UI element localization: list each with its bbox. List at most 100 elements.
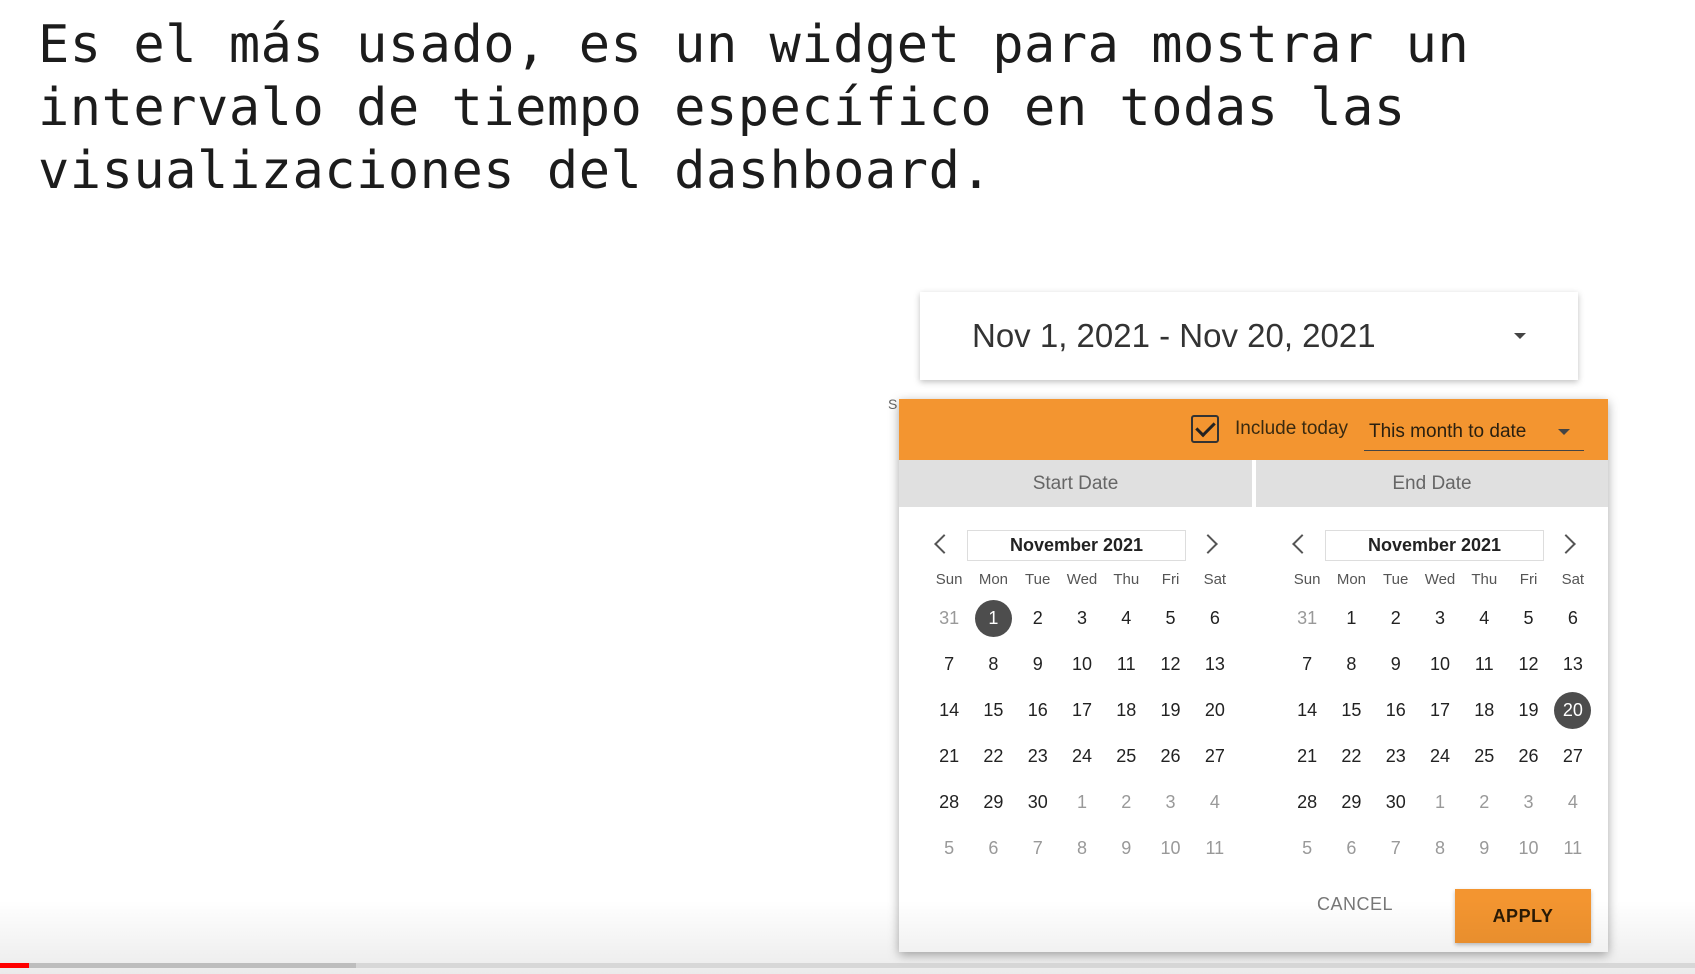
- day-cell[interactable]: 24: [1060, 733, 1104, 779]
- day-cell[interactable]: 19: [1506, 687, 1550, 733]
- day-cell[interactable]: 29: [971, 779, 1015, 825]
- day-cell[interactable]: 3: [1060, 595, 1104, 641]
- day-cell[interactable]: 10: [1060, 641, 1104, 687]
- day-cell[interactable]: 6: [1551, 595, 1595, 641]
- day-cell[interactable]: 21: [927, 733, 971, 779]
- day-cell[interactable]: 23: [1016, 733, 1060, 779]
- day-cell[interactable]: 12: [1148, 641, 1192, 687]
- day-cell[interactable]: 2: [1016, 595, 1060, 641]
- weekday-label: Thu: [1471, 571, 1498, 588]
- day-cell[interactable]: 5: [1148, 595, 1192, 641]
- day-cell[interactable]: 25: [1462, 733, 1506, 779]
- weekday-label: Tue: [1383, 571, 1409, 588]
- month-selector[interactable]: November 2021: [967, 530, 1186, 561]
- day-cell[interactable]: 1: [1060, 779, 1104, 825]
- day-cell[interactable]: 12: [1506, 641, 1550, 687]
- date-range-control[interactable]: Nov 1, 2021 - Nov 20, 2021: [920, 292, 1578, 380]
- day-cell[interactable]: 13: [1193, 641, 1237, 687]
- day-cell[interactable]: 3: [1148, 779, 1192, 825]
- day-cell[interactable]: 23: [1374, 733, 1418, 779]
- day-cell[interactable]: 4: [1193, 779, 1237, 825]
- day-cell[interactable]: 27: [1551, 733, 1595, 779]
- day-cell[interactable]: 2: [1374, 595, 1418, 641]
- day-cell[interactable]: 26: [1148, 733, 1192, 779]
- day-cell[interactable]: 30: [1374, 779, 1418, 825]
- day-cell[interactable]: 7: [1285, 641, 1329, 687]
- day-cell[interactable]: 1: [1329, 595, 1373, 641]
- day-cell[interactable]: 9: [1462, 825, 1506, 871]
- day-cell[interactable]: 30: [1016, 779, 1060, 825]
- day-cell[interactable]: 11: [1193, 825, 1237, 871]
- include-today-checkbox[interactable]: [1191, 415, 1219, 443]
- day-cell[interactable]: 31: [927, 595, 971, 641]
- day-cell[interactable]: 14: [927, 687, 971, 733]
- day-cell[interactable]: 21: [1285, 733, 1329, 779]
- preset-dropdown[interactable]: This month to date: [1364, 407, 1584, 451]
- video-progress-bar[interactable]: [0, 963, 1695, 968]
- selected-day-cell[interactable]: 20: [1551, 687, 1595, 733]
- chevron-left-icon[interactable]: [1292, 534, 1312, 554]
- day-cell[interactable]: 3: [1418, 595, 1462, 641]
- day-cell[interactable]: 4: [1462, 595, 1506, 641]
- day-cell[interactable]: 4: [1104, 595, 1148, 641]
- day-cell[interactable]: 8: [1418, 825, 1462, 871]
- day-cell[interactable]: 2: [1104, 779, 1148, 825]
- chevron-right-icon[interactable]: [1198, 534, 1218, 554]
- day-cell[interactable]: 17: [1418, 687, 1462, 733]
- day-cell[interactable]: 6: [1329, 825, 1373, 871]
- day-cell[interactable]: 7: [927, 641, 971, 687]
- day-cell[interactable]: 9: [1374, 641, 1418, 687]
- day-cell[interactable]: 9: [1104, 825, 1148, 871]
- day-cell[interactable]: 1: [1418, 779, 1462, 825]
- day-cell[interactable]: 22: [971, 733, 1015, 779]
- day-cell[interactable]: 14: [1285, 687, 1329, 733]
- end-date-tab[interactable]: End Date: [1256, 460, 1608, 507]
- day-cell[interactable]: 2: [1462, 779, 1506, 825]
- day-cell[interactable]: 31: [1285, 595, 1329, 641]
- day-cell[interactable]: 17: [1060, 687, 1104, 733]
- chevron-left-icon[interactable]: [934, 534, 954, 554]
- day-cell[interactable]: 29: [1329, 779, 1373, 825]
- day-cell[interactable]: 16: [1016, 687, 1060, 733]
- day-grid: 31 1 2 3 4 5 6 7 8 9 10 11 12 13 14 15 16 17 18 19 20 21 22 23 2…: [927, 595, 1237, 871]
- day-cell[interactable]: 5: [1506, 595, 1550, 641]
- day-cell[interactable]: 3: [1506, 779, 1550, 825]
- day-cell[interactable]: 6: [971, 825, 1015, 871]
- day-cell[interactable]: 15: [971, 687, 1015, 733]
- day-cell[interactable]: 28: [927, 779, 971, 825]
- chevron-right-icon[interactable]: [1556, 534, 1576, 554]
- day-cell[interactable]: 20: [1193, 687, 1237, 733]
- day-cell[interactable]: 18: [1462, 687, 1506, 733]
- video-buffered-bar: [0, 963, 356, 968]
- day-cell[interactable]: 8: [1060, 825, 1104, 871]
- day-cell[interactable]: 8: [971, 641, 1015, 687]
- day-cell[interactable]: 8: [1329, 641, 1373, 687]
- day-cell[interactable]: 11: [1551, 825, 1595, 871]
- day-cell[interactable]: 13: [1551, 641, 1595, 687]
- day-cell[interactable]: 19: [1148, 687, 1192, 733]
- day-cell[interactable]: 10: [1506, 825, 1550, 871]
- day-cell[interactable]: 24: [1418, 733, 1462, 779]
- day-cell[interactable]: 5: [1285, 825, 1329, 871]
- day-cell[interactable]: 4: [1551, 779, 1595, 825]
- day-cell[interactable]: 6: [1193, 595, 1237, 641]
- day-cell[interactable]: 28: [1285, 779, 1329, 825]
- day-cell[interactable]: 18: [1104, 687, 1148, 733]
- day-cell[interactable]: 5: [927, 825, 971, 871]
- start-date-tab[interactable]: Start Date: [899, 460, 1252, 507]
- day-cell[interactable]: 11: [1104, 641, 1148, 687]
- day-cell[interactable]: 26: [1506, 733, 1550, 779]
- day-cell[interactable]: 7: [1016, 825, 1060, 871]
- month-selector[interactable]: November 2021: [1325, 530, 1544, 561]
- day-cell[interactable]: 7: [1374, 825, 1418, 871]
- day-cell[interactable]: 10: [1148, 825, 1192, 871]
- day-cell[interactable]: 15: [1329, 687, 1373, 733]
- day-cell[interactable]: 11: [1462, 641, 1506, 687]
- day-cell[interactable]: 10: [1418, 641, 1462, 687]
- day-cell[interactable]: 22: [1329, 733, 1373, 779]
- day-cell[interactable]: 27: [1193, 733, 1237, 779]
- day-cell[interactable]: 16: [1374, 687, 1418, 733]
- day-cell[interactable]: 25: [1104, 733, 1148, 779]
- day-cell[interactable]: 9: [1016, 641, 1060, 687]
- selected-day-cell[interactable]: 1: [971, 595, 1015, 641]
